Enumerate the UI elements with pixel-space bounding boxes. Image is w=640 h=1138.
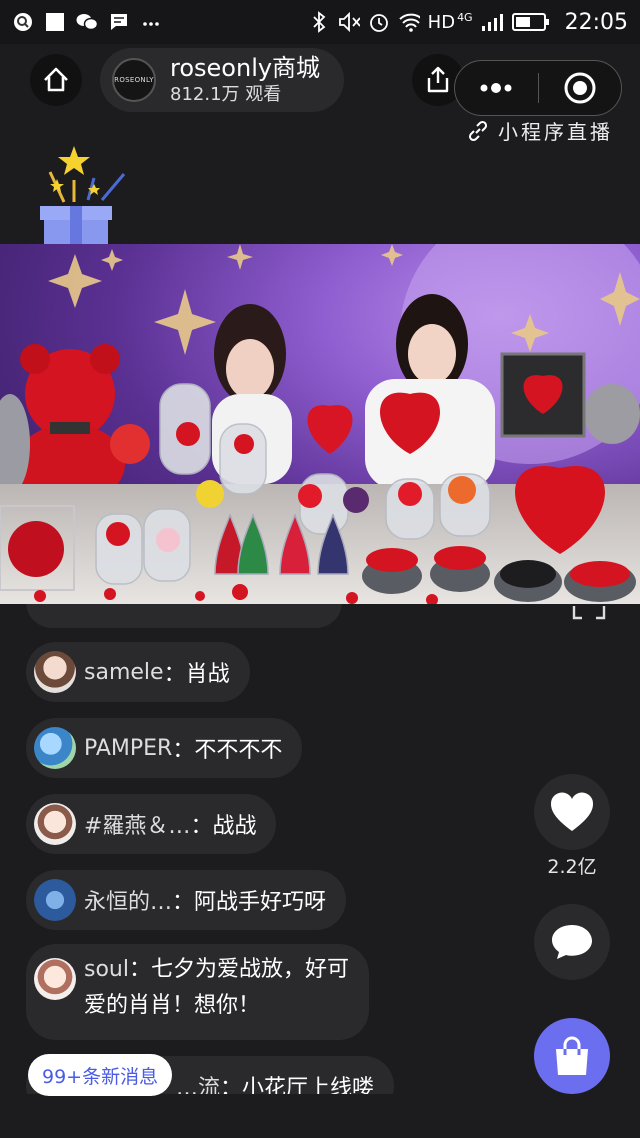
- user-avatar: [34, 958, 76, 1000]
- wechat-icon: [76, 11, 98, 33]
- comment-text: 小花厅上线喽: [242, 1076, 375, 1094]
- comment-item: #羅燕＆… ：战战: [26, 794, 277, 854]
- live-video[interactable]: [0, 244, 640, 604]
- network-type: HD: [427, 11, 456, 33]
- shop-bag-button[interactable]: [534, 1018, 610, 1094]
- battery-icon: [511, 11, 551, 33]
- wifi-icon: [398, 11, 420, 33]
- comment-username: 永恒的…: [84, 890, 173, 915]
- view-count: 812.1万 观看: [170, 84, 282, 105]
- alarm-icon: [368, 11, 390, 33]
- comment-username: …流: [176, 1076, 221, 1094]
- square-icon: [44, 11, 66, 33]
- comment-bubble-icon: [552, 925, 592, 959]
- user-avatar: [34, 803, 76, 845]
- comment-username: #羅燕＆…: [84, 814, 191, 839]
- comment-item: PAMPER：不不不不: [26, 718, 303, 778]
- target-icon: [564, 72, 596, 104]
- comment-list[interactable]: samele：肖战 PAMPER：不不不不 #羅燕＆… ：战战 永恒的… ：阿战…: [0, 604, 640, 1094]
- new-messages-pill[interactable]: 99+条新消息: [28, 1054, 173, 1096]
- anchor-info[interactable]: ROSEONLY roseonly商城 812.1万 观看: [100, 48, 344, 112]
- signal-icon: [481, 11, 503, 33]
- mini-live-text: 小程序直播: [498, 120, 613, 144]
- anchor-avatar[interactable]: ROSEONLY: [112, 58, 156, 102]
- comment-text-line2: 爱的肖肖！想你！: [84, 993, 261, 1018]
- like-count: 2.2亿: [547, 856, 597, 878]
- more-dots-icon: [480, 83, 512, 93]
- comment-text: 肖战: [185, 662, 230, 687]
- comment-username: samele: [84, 659, 164, 685]
- comment-partial: [26, 604, 342, 628]
- user-avatar: [34, 879, 76, 921]
- comment-item: samele：肖战: [26, 642, 250, 702]
- comment-text: 阿战手好巧呀: [194, 890, 327, 915]
- comment-text: 七夕为爱战放，好可: [151, 957, 350, 982]
- comment-separator: ：: [220, 1076, 243, 1094]
- comment-separator: ：: [172, 890, 195, 915]
- user-avatar: [34, 651, 76, 693]
- comment-separator: ：: [163, 662, 186, 687]
- home-button[interactable]: [30, 54, 82, 106]
- bluetooth-icon: [308, 11, 330, 33]
- more-icon: [140, 11, 162, 33]
- close-button[interactable]: [539, 61, 622, 115]
- share-icon: [427, 66, 449, 93]
- comment-item: 永恒的… ：阿战手好巧呀: [26, 870, 347, 930]
- comment-button[interactable]: [534, 904, 610, 980]
- status-bar: HD 4G 22:05: [0, 0, 640, 44]
- comment-separator: ：: [190, 814, 213, 839]
- user-avatar: [34, 727, 76, 769]
- clock: 22:05: [564, 9, 628, 35]
- mute-icon: [338, 11, 360, 33]
- comment-text: 不不不不: [194, 738, 283, 763]
- product-display: [0, 352, 636, 604]
- comment-separator: ：: [172, 738, 195, 763]
- heart-icon: [550, 792, 594, 831]
- home-icon: [44, 67, 68, 92]
- anchor-name: roseonly商城: [170, 54, 321, 82]
- mini-program-capsule: [454, 60, 622, 116]
- comment-username: PAMPER: [84, 735, 173, 761]
- more-button[interactable]: [455, 61, 538, 115]
- network-gen: 4G: [457, 10, 473, 24]
- link-icon: [468, 120, 488, 141]
- gift-box-icon[interactable]: [24, 144, 128, 244]
- mini-program-live-label: 小程序直播: [466, 116, 613, 145]
- shopping-bag-icon: [556, 1036, 588, 1075]
- comment-separator: ：: [128, 957, 151, 982]
- like-button[interactable]: [534, 774, 610, 850]
- comment-username: soul: [84, 957, 129, 982]
- comment-text: 战战: [212, 814, 257, 839]
- search-icon: [12, 11, 34, 33]
- message-icon: [108, 11, 130, 33]
- comment-item: soul：七夕为爱战放，好可 爱的肖肖！想你！: [26, 944, 370, 1040]
